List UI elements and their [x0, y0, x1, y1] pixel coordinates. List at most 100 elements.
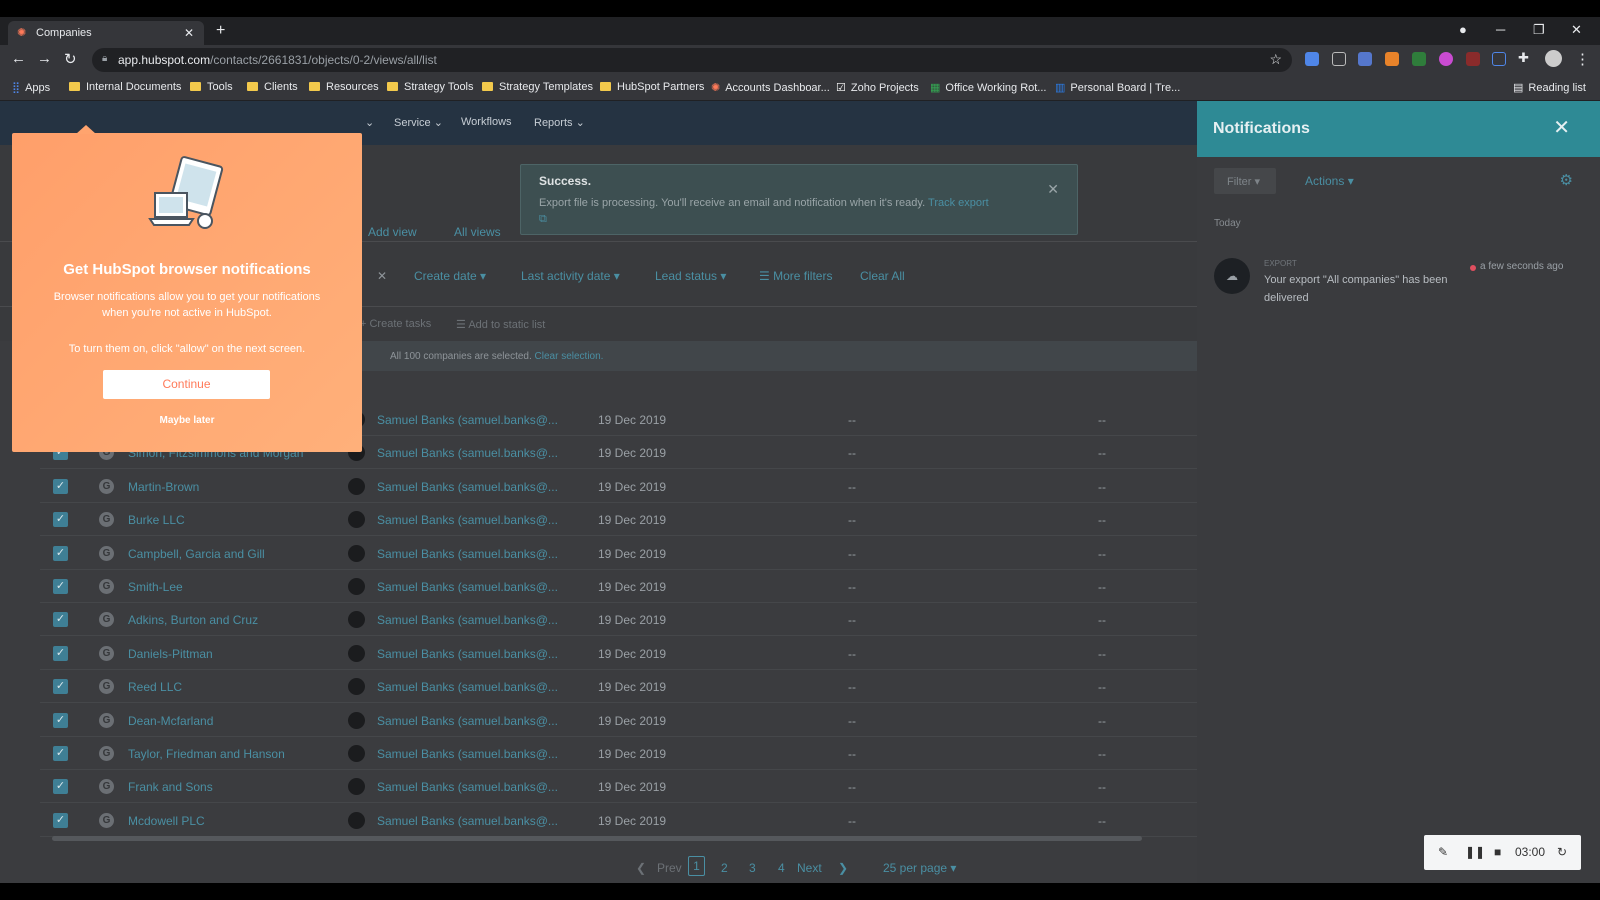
remove-filter-icon[interactable]: ✕	[377, 269, 387, 283]
close-panel-icon[interactable]: ✕	[1553, 115, 1570, 140]
row-checkbox[interactable]: ✓	[53, 579, 68, 594]
reading-list[interactable]: ▤ Reading list	[1513, 81, 1586, 94]
row-checkbox[interactable]: ✓	[53, 712, 68, 728]
company-name-link[interactable]: Martin-Brown	[128, 480, 199, 494]
forward-icon[interactable]: →	[37, 50, 52, 67]
new-tab-icon[interactable]: +	[216, 22, 225, 40]
prev-chevron-icon[interactable]: ❮	[636, 861, 646, 875]
bookmark-zoho-projects[interactable]: ☑ Zoho Projects	[836, 81, 919, 94]
bookmark-tools[interactable]: Tools	[190, 81, 233, 93]
clear-selection-link[interactable]: Clear selection.	[535, 351, 604, 362]
close-tab-icon[interactable]: ✕	[184, 26, 194, 40]
all-views-link[interactable]: All views	[454, 225, 501, 239]
pause-icon[interactable]: ❚❚	[1465, 845, 1485, 859]
bookmark-strategy-templates[interactable]: Strategy Templates	[482, 81, 593, 93]
row-checkbox[interactable]: ✓	[53, 779, 68, 795]
company-owner-link[interactable]: Samuel Banks (samuel.banks@...	[377, 446, 558, 460]
notification-message[interactable]: Your export "All companies" has been del…	[1264, 271, 1464, 307]
company-owner-link[interactable]: Samuel Banks (samuel.banks@...	[377, 480, 558, 494]
row-checkbox[interactable]: ✓	[53, 645, 68, 661]
pen-icon[interactable]: ✎	[1438, 845, 1448, 859]
company-owner-link[interactable]: Samuel Banks (samuel.banks@...	[377, 747, 558, 761]
company-owner-link[interactable]: Samuel Banks (samuel.banks@...	[377, 613, 558, 627]
toast-close-icon[interactable]: ✕	[1047, 181, 1059, 198]
per-page-select[interactable]: 25 per page ▾	[883, 861, 956, 875]
nav-workflows[interactable]: Workflows	[461, 116, 512, 128]
nav-service[interactable]: Service ⌄	[394, 116, 443, 129]
rec-extension-icon[interactable]	[1358, 52, 1372, 66]
horizontal-scrollbar[interactable]	[52, 836, 1142, 841]
menu-kebab-icon[interactable]: ⋮	[1575, 50, 1590, 68]
bookmark-strategy-tools[interactable]: Strategy Tools	[387, 81, 474, 93]
company-name-link[interactable]: Taylor, Friedman and Hanson	[128, 747, 285, 761]
add-to-static-list-button[interactable]: ☰ Add to static list	[456, 318, 545, 331]
next-page-button[interactable]: Next	[797, 861, 822, 875]
add-view-link[interactable]: Add view	[368, 225, 417, 239]
browser-tab[interactable]: ✺ Companies ✕	[8, 21, 204, 45]
settings-gear-icon[interactable]: ⚙	[1560, 171, 1573, 189]
company-owner-link[interactable]: Samuel Banks (samuel.banks@...	[377, 680, 558, 694]
table-row[interactable]: ✓ G Campbell, Garcia and Gill Samuel Banks …	[40, 537, 1197, 570]
bookmark-accounts-dashboard[interactable]: ✺ Accounts Dashboar...	[711, 81, 830, 94]
page-2-button[interactable]: 2	[721, 861, 728, 875]
back-icon[interactable]: ←	[11, 50, 26, 67]
row-checkbox[interactable]: ✓	[53, 612, 68, 628]
company-owner-link[interactable]: Samuel Banks (samuel.banks@...	[377, 714, 558, 728]
nav-reports[interactable]: Reports ⌄	[534, 116, 585, 129]
table-row[interactable]: ✓ G Taylor, Friedman and Hanson Samuel Bank…	[40, 737, 1197, 770]
row-checkbox[interactable]: ✓	[53, 746, 68, 761]
filter-lead-status[interactable]: Lead status ▾	[655, 269, 726, 283]
company-name-link[interactable]: Mcdowell PLC	[128, 814, 205, 828]
table-row[interactable]: ✓ G Daniels-Pittman Samuel Banks (samuel.ba…	[40, 637, 1197, 670]
restore-icon[interactable]: ❐	[1533, 22, 1545, 38]
company-owner-link[interactable]: Samuel Banks (samuel.banks@...	[377, 647, 558, 661]
address-bar[interactable]: 🔒︎ app.hubspot.com/contacts/2661831/obje…	[92, 48, 1292, 72]
more-filters-button[interactable]: ☰ More filters	[759, 269, 832, 283]
table-row[interactable]: ✓ G Martin-Brown Samuel Banks (samuel.banks…	[40, 470, 1197, 503]
bookmark-apps[interactable]: ⣿ Apps	[12, 81, 50, 94]
company-owner-link[interactable]: Samuel Banks (samuel.banks@...	[377, 513, 558, 527]
row-checkbox[interactable]: ✓	[53, 545, 68, 561]
company-name-link[interactable]: Daniels-Pittman	[128, 647, 213, 661]
extension-icon[interactable]	[1492, 52, 1506, 66]
company-owner-link[interactable]: Samuel Banks (samuel.banks@...	[377, 780, 558, 794]
company-name-link[interactable]: Frank and Sons	[128, 780, 213, 794]
company-owner-link[interactable]: Samuel Banks (samuel.banks@...	[377, 547, 558, 561]
clear-all-button[interactable]: Clear All	[860, 269, 905, 283]
extension-icon[interactable]	[1332, 52, 1346, 66]
filter-create-date[interactable]: Create date ▾	[414, 269, 486, 283]
extension-icon[interactable]	[1412, 52, 1426, 66]
page-1-button[interactable]: 1	[688, 856, 705, 876]
notifications-filter-dropdown[interactable]: Filter ▾	[1214, 168, 1276, 194]
stop-icon[interactable]: ■	[1494, 845, 1501, 859]
puzzle-extensions-icon[interactable]: ✚	[1518, 50, 1529, 66]
company-owner-link[interactable]: Samuel Banks (samuel.banks@...	[377, 413, 558, 427]
minimize-icon[interactable]: ─	[1496, 22, 1505, 37]
table-row[interactable]: ✓ G Frank and Sons Samuel Banks (samuel.ban…	[40, 770, 1197, 804]
page-4-button[interactable]: 4	[778, 861, 785, 875]
filter-last-activity-date[interactable]: Last activity date ▾	[521, 269, 620, 283]
table-row[interactable]: ✓ G Dean-Mcfarland Samuel Banks (samuel.ban…	[40, 704, 1197, 737]
profile-indicator-icon[interactable]: ●	[1459, 22, 1467, 37]
continue-button[interactable]: Continue	[103, 370, 270, 399]
company-owner-link[interactable]: Samuel Banks (samuel.banks@...	[377, 814, 558, 828]
page-3-button[interactable]: 3	[749, 861, 756, 875]
company-name-link[interactable]: Campbell, Garcia and Gill	[128, 547, 265, 561]
window-close-icon[interactable]: ✕	[1571, 22, 1582, 38]
company-name-link[interactable]: Smith-Lee	[128, 580, 183, 594]
extension-icon[interactable]	[1305, 52, 1319, 66]
table-row[interactable]: ✓ G Mcdowell PLC Samuel Banks (samuel.banks…	[40, 804, 1197, 837]
table-row[interactable]: ✓ G Reed LLC Samuel Banks (samuel.banks@...…	[40, 670, 1197, 704]
company-name-link[interactable]: Reed LLC	[128, 680, 182, 694]
bookmark-resources[interactable]: Resources	[309, 81, 379, 93]
company-name-link[interactable]: Burke LLC	[128, 513, 185, 527]
create-tasks-button[interactable]: + Create tasks	[360, 318, 431, 330]
table-row[interactable]: ✓ G Adkins, Burton and Cruz Samuel Banks (s…	[40, 603, 1197, 637]
reload-icon[interactable]: ↻	[64, 50, 77, 68]
prev-page-button[interactable]: Prev	[657, 861, 682, 875]
row-checkbox[interactable]: ✓	[53, 478, 68, 494]
extension-icon[interactable]	[1439, 52, 1453, 66]
company-name-link[interactable]: Adkins, Burton and Cruz	[128, 613, 258, 627]
row-checkbox[interactable]: ✓	[53, 812, 68, 828]
company-name-link[interactable]: Dean-Mcfarland	[128, 714, 213, 728]
